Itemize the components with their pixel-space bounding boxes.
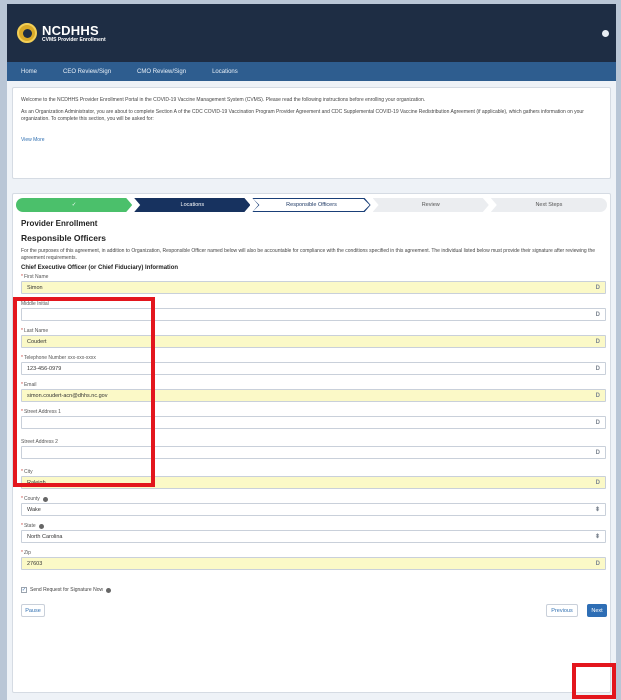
text-field-icon: D bbox=[595, 392, 600, 399]
first-name-input[interactable]: Simon D bbox=[21, 281, 606, 294]
text-field-icon: D bbox=[595, 419, 600, 426]
pause-button[interactable]: Pause bbox=[21, 604, 45, 617]
logo-subtitle: CVMS Provider Enrollment bbox=[42, 36, 106, 43]
county-field: * County Wake ⬍ bbox=[21, 495, 606, 516]
app-window: NCDHHS CVMS Provider Enrollment Home CEO… bbox=[7, 4, 616, 700]
intro-card: Welcome to the NCDHHS Provider Enrollmen… bbox=[12, 87, 611, 179]
text-field-icon: D bbox=[595, 311, 600, 318]
text-field-icon: D bbox=[595, 560, 600, 567]
ncdhhs-logo[interactable]: NCDHHS CVMS Provider Enrollment bbox=[17, 23, 106, 43]
zip-input[interactable]: 27603 D bbox=[21, 557, 606, 570]
logo-title: NCDHHS bbox=[42, 22, 99, 38]
intro-paragraph-1: Welcome to the NCDHHS Provider Enrollmen… bbox=[21, 97, 426, 103]
nav-cmo-review-sign[interactable]: CMO Review/Sign bbox=[137, 69, 186, 75]
state-select[interactable]: North Carolina ⬍ bbox=[21, 530, 606, 543]
view-more-link[interactable]: View More bbox=[21, 137, 45, 144]
highlight-box-fields bbox=[13, 297, 155, 487]
path-step-review[interactable]: Review bbox=[373, 198, 489, 212]
text-field-icon: D bbox=[595, 365, 600, 372]
nav-home[interactable]: Home bbox=[21, 69, 37, 75]
county-select[interactable]: Wake ⬍ bbox=[21, 503, 606, 516]
header-bar: NCDHHS CVMS Provider Enrollment bbox=[7, 4, 616, 62]
responsible-officers-description: For the purposes of this agreement, in a… bbox=[21, 248, 596, 261]
first-name-field: * First Name Simon D bbox=[21, 273, 606, 294]
send-signature-row: ✓ Send Request for Signature Now bbox=[21, 587, 112, 593]
next-button[interactable]: Next bbox=[587, 604, 607, 617]
nav-bar: Home CEO Review/Sign CMO Review/Sign Loc… bbox=[7, 62, 616, 81]
nav-locations[interactable]: Locations bbox=[212, 69, 238, 75]
send-signature-label: Send Request for Signature Now bbox=[30, 587, 104, 593]
section-title: Provider Enrollment bbox=[21, 219, 98, 228]
info-icon[interactable] bbox=[106, 587, 112, 593]
user-avatar-icon[interactable] bbox=[602, 30, 609, 37]
select-arrows-icon: ⬍ bbox=[594, 507, 600, 513]
info-icon[interactable] bbox=[38, 523, 44, 529]
responsible-officers-title: Responsible Officers bbox=[21, 233, 107, 243]
path-step-complete[interactable]: ✓ bbox=[16, 198, 132, 212]
info-icon[interactable] bbox=[42, 496, 48, 502]
path-step-next-steps[interactable]: Next Steps bbox=[490, 198, 608, 212]
nav-ceo-review-sign[interactable]: CEO Review/Sign bbox=[63, 69, 111, 75]
path-step-locations[interactable]: Locations bbox=[134, 198, 250, 212]
intro-paragraph-2: As an Organization Administrator, you ar… bbox=[21, 109, 584, 122]
state-field: * State North Carolina ⬍ bbox=[21, 522, 606, 543]
highlight-box-next bbox=[572, 663, 616, 699]
select-arrows-icon: ⬍ bbox=[594, 534, 600, 540]
path-step-responsible-officers[interactable]: Responsible Officers bbox=[252, 198, 370, 212]
send-signature-checkbox[interactable]: ✓ bbox=[21, 587, 27, 593]
previous-button[interactable]: Previous bbox=[546, 604, 578, 617]
text-field-icon: D bbox=[595, 284, 600, 291]
text-field-icon: D bbox=[595, 479, 600, 486]
text-field-icon: D bbox=[595, 449, 600, 456]
progress-path: ✓ Locations Responsible Officers Review … bbox=[16, 198, 608, 212]
nc-seal-icon bbox=[17, 23, 37, 43]
ceo-info-subheading: Chief Executive Officer (or Chief Fiduci… bbox=[21, 265, 179, 271]
check-icon: ✓ bbox=[71, 202, 77, 208]
zip-field: * Zip 27603 D bbox=[21, 549, 606, 570]
text-field-icon: D bbox=[595, 338, 600, 345]
